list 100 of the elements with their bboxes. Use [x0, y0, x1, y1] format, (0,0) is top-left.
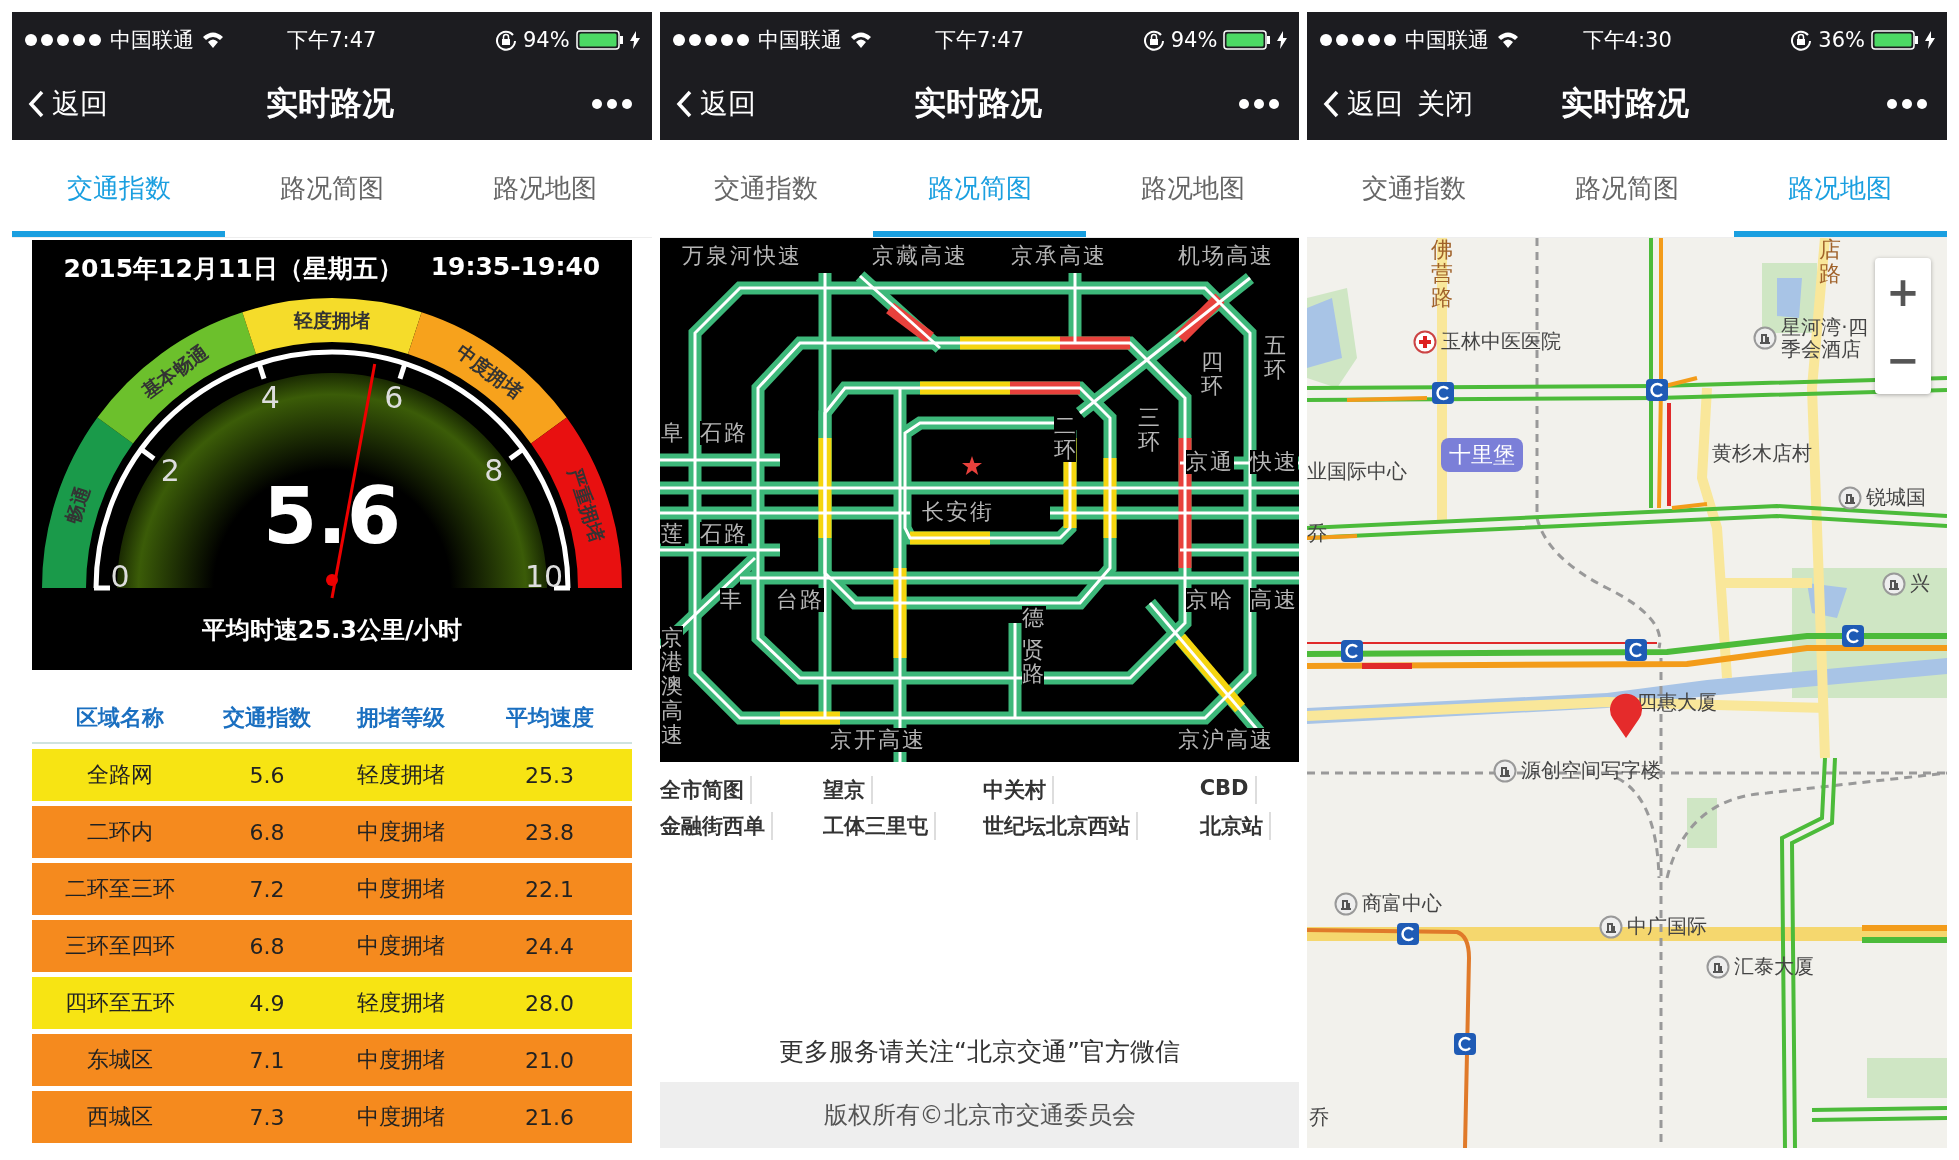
battery-percent: 94%: [1170, 27, 1218, 52]
table-cell-text: 中度拥堵: [356, 875, 446, 903]
carrier-name: 中国联通: [757, 26, 842, 54]
table-cell-text: 4.9: [248, 990, 286, 1016]
battery-icon: [575, 29, 624, 50]
back-button[interactable]: 返回: [675, 84, 756, 123]
road-label: 石路: [699, 421, 748, 446]
tab[interactable]: 交通指数: [1307, 140, 1521, 237]
band-label: 严重拥堵: [564, 465, 609, 545]
back-button[interactable]: 返回: [1323, 84, 1404, 123]
more-icon[interactable]: [591, 98, 632, 109]
place-label: 源创空间写字楼: [1521, 757, 1662, 784]
area-link[interactable]: 望京: [822, 776, 873, 804]
tick-label: 10: [524, 558, 563, 594]
battery-icon: [1223, 29, 1272, 50]
star-icon: [961, 456, 982, 476]
place-label: 兴: [1910, 570, 1931, 597]
road-label: 德: [1021, 606, 1046, 631]
place-label: 玉林中医医院: [1441, 328, 1562, 355]
area-link[interactable]: 金融街西单: [659, 812, 773, 840]
building-icon: [1599, 914, 1624, 939]
table-cell-text: 6.8: [248, 819, 286, 845]
place-label: 星河湾·四季会酒店: [1781, 316, 1869, 360]
rotation-lock-icon: [1142, 28, 1165, 51]
area-link[interactable]: 中关村: [982, 776, 1054, 804]
area-link[interactable]: 北京站: [1199, 812, 1271, 840]
page-title: 实时路况: [913, 82, 1042, 124]
close-button[interactable]: 关闭: [1417, 84, 1474, 123]
tick-label: 0: [110, 558, 130, 594]
table-cell-text: 中度拥堵: [356, 818, 446, 846]
table-cell-text: 21.0: [524, 1047, 575, 1073]
building-icon: [1334, 891, 1359, 916]
building-icon: [1753, 326, 1778, 350]
zoom-in-button[interactable]: +: [1875, 258, 1931, 326]
road-label: 三环: [1137, 406, 1160, 455]
road-label: 高速: [1249, 588, 1298, 613]
tab[interactable]: 路况简图: [225, 140, 439, 237]
road-label: 京哈: [1185, 588, 1234, 613]
tab[interactable]: 交通指数: [659, 140, 873, 237]
road-label: 万泉河快速: [681, 244, 802, 269]
tick-label: 2: [160, 452, 180, 488]
metro-station-icon: [1397, 923, 1420, 945]
column-header: 交通指数: [222, 704, 312, 732]
table-cell-text: 西城区: [86, 1103, 154, 1131]
road-label: 台路: [775, 588, 824, 613]
table-cell-text: 中度拥堵: [356, 1046, 446, 1074]
band-label: 畅通: [60, 483, 94, 527]
place-label: 乔: [1309, 1104, 1330, 1131]
metro-station-icon: [1341, 640, 1364, 662]
carrier-name: 中国联通: [1405, 26, 1490, 54]
area-link[interactable]: CBD: [1199, 776, 1257, 804]
road-label: 京通: [1185, 450, 1234, 475]
hospital-icon: [1413, 329, 1438, 354]
table-cell-text: 二环内: [86, 818, 154, 846]
tick-label: 4: [260, 380, 280, 416]
page-title: 实时路况: [1561, 82, 1690, 124]
metro-station-icon: [1842, 625, 1865, 647]
building-icon: [1706, 954, 1731, 979]
road-label: 四环: [1200, 350, 1223, 399]
column-header: 拥堵等级: [355, 704, 446, 732]
table-cell-text: 二环至三环: [64, 875, 176, 903]
tab[interactable]: 路况简图: [1520, 140, 1734, 237]
wifi-icon: [202, 31, 224, 48]
table-cell-text: 东城区: [86, 1046, 154, 1074]
more-icon[interactable]: [1239, 98, 1280, 109]
table-cell-text: 7.3: [248, 1104, 286, 1130]
signal-icon: [671, 32, 750, 47]
wifi-icon: [849, 31, 872, 48]
table-cell-text: 6.8: [248, 933, 286, 959]
table-cell-text: 23.8: [524, 819, 575, 845]
building-icon: [1838, 485, 1863, 510]
average-speed: 平均时速25.3公里/小时: [201, 615, 462, 646]
area-link[interactable]: 工体三里屯: [822, 812, 936, 840]
metro-station-icon: [1625, 639, 1648, 661]
area-link[interactable]: 全市简图: [659, 776, 752, 804]
chevron-left-icon: [1323, 89, 1340, 118]
chevron-left-icon: [675, 89, 692, 118]
road-label: 贤路: [1021, 638, 1044, 687]
more-icon[interactable]: [1887, 98, 1927, 109]
table-cell-text: 22.1: [524, 876, 575, 902]
table-cell-text: 24.4: [524, 933, 575, 959]
tab[interactable]: 路况地图: [1086, 140, 1300, 237]
signal-icon: [24, 32, 102, 47]
zoom-out-button[interactable]: −: [1875, 326, 1931, 394]
tab[interactable]: 路况地图: [438, 140, 652, 237]
road-label: 京沪高速: [1177, 728, 1274, 753]
metro-station-icon: [1454, 1033, 1477, 1055]
column-header: 区域名称: [75, 704, 165, 732]
area-link[interactable]: 世纪坛北京西站: [982, 812, 1138, 840]
road-name: 店路: [1819, 238, 1842, 287]
road-label: 长安街: [921, 500, 994, 525]
charging-icon: [1277, 30, 1288, 49]
table-cell-text: 21.6: [524, 1104, 575, 1130]
road-label: 京承高速: [1010, 244, 1107, 269]
notice-text: 更多服务请关注“北京交通”官方微信: [778, 1036, 1181, 1068]
copyright-bar: 版权所有©北京市交通委员会: [659, 1082, 1300, 1148]
back-button[interactable]: 返回: [28, 84, 108, 123]
band-label: 轻度拥堵: [293, 309, 370, 331]
metro-station-icon: [1432, 382, 1455, 404]
carrier-name: 中国联通: [110, 26, 194, 54]
